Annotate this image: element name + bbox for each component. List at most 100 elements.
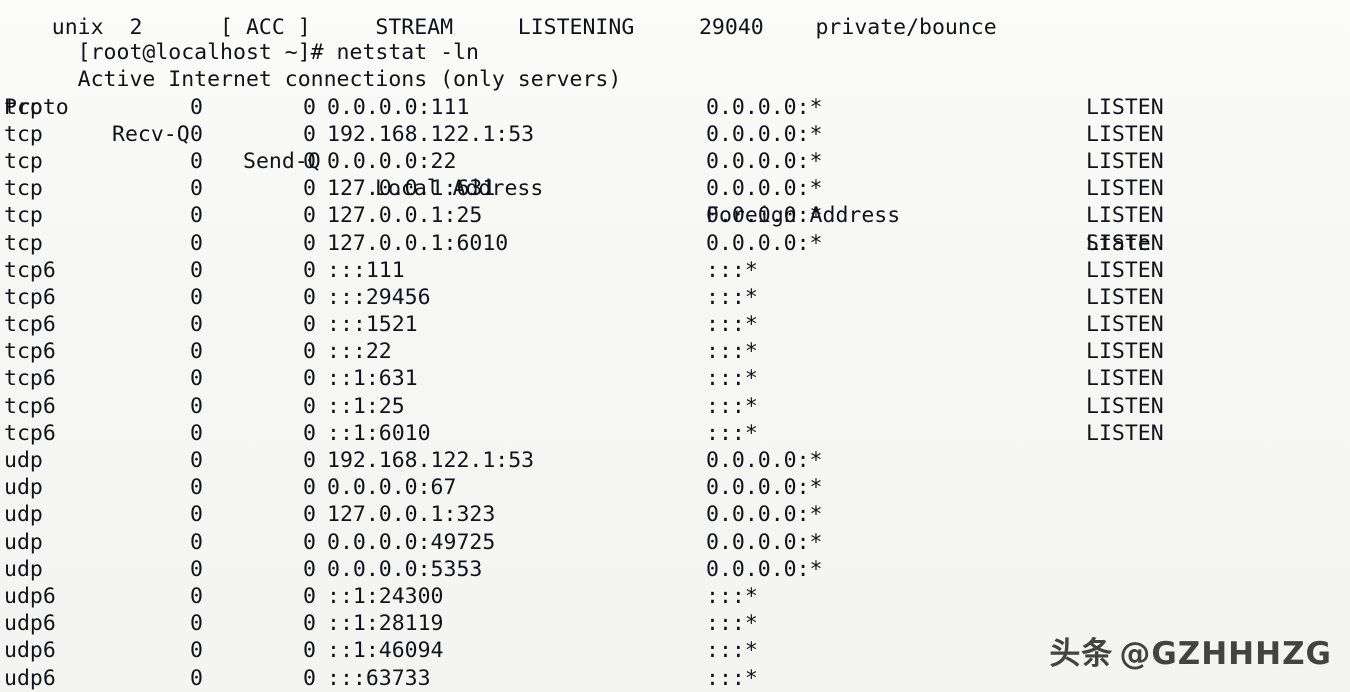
cell-foreign-address: :::* bbox=[706, 611, 758, 637]
cell-proto: tcp bbox=[4, 203, 43, 229]
cell-local-address: 0.0.0.0:67 bbox=[327, 475, 457, 501]
cell-state: LISTEN bbox=[1086, 312, 1164, 338]
cell-proto: udp bbox=[4, 556, 43, 582]
cell-foreign-address: 0.0.0.0:* bbox=[706, 121, 823, 147]
cell-send-q: 0 bbox=[303, 448, 316, 473]
cell-recv-q: 0 bbox=[190, 176, 203, 202]
cell-local-address: 127.0.0.1:323 bbox=[327, 502, 496, 528]
cell-local-address: 0.0.0.0:5353 bbox=[327, 556, 483, 582]
table-row: tcp 0 0 127.0.0.1:631 0.0.0.0:* LISTEN bbox=[0, 175, 1350, 202]
cell-send-q: 0 bbox=[303, 230, 316, 256]
terminal-output: [root@localhost ~]# netstat -ln Active I… bbox=[0, 12, 1350, 692]
cell-local-address: 0.0.0.0:49725 bbox=[327, 529, 496, 555]
cell-foreign-address: :::* bbox=[706, 366, 758, 392]
cell-foreign-address: 0.0.0.0:* bbox=[706, 176, 823, 202]
cell-state: LISTEN bbox=[1086, 121, 1164, 147]
cell-state: LISTEN bbox=[1086, 230, 1164, 256]
cell-foreign-address: :::* bbox=[706, 312, 758, 338]
cell-local-address: 0.0.0.0:111 bbox=[327, 94, 470, 120]
cell-local-address: :::22 bbox=[327, 339, 392, 365]
watermark-handle: @GZHHHZG bbox=[1119, 635, 1332, 672]
cell-recv-q: 0 bbox=[190, 611, 203, 637]
cell-state: LISTEN bbox=[1086, 148, 1164, 174]
cell-local-address: :::29456 bbox=[327, 284, 431, 310]
cell-recv-q: 0 bbox=[190, 284, 203, 310]
table-row: tcp 0 0 192.168.122.1:53 0.0.0.0:* LISTEN bbox=[0, 121, 1350, 148]
cell-recv-q: 0 bbox=[190, 312, 203, 338]
cell-send-q: 0 bbox=[303, 475, 316, 501]
cell-proto: udp bbox=[4, 502, 43, 528]
cell-proto: tcp bbox=[4, 121, 43, 147]
cell-send-q: 0 bbox=[303, 393, 316, 419]
cell-send-q: 0 bbox=[303, 121, 316, 147]
table-row: tcp 0 0 0.0.0.0:22 0.0.0.0:* LISTEN bbox=[0, 148, 1350, 175]
cell-send-q: 0 bbox=[303, 257, 316, 283]
cell-recv-q: 0 bbox=[190, 556, 203, 582]
cell-foreign-address: :::* bbox=[706, 420, 758, 446]
table-row: udp 0 0 192.168.122.1:53 0.0.0.0:* bbox=[0, 447, 1350, 474]
table-row: tcp 0 0 0.0.0.0:111 0.0.0.0:* LISTEN bbox=[0, 94, 1350, 121]
watermark: 头条 @GZHHHZG bbox=[1049, 638, 1332, 669]
table-row: tcp6 0 0:::1521:::* LISTEN bbox=[0, 311, 1350, 338]
cell-proto: udp6 bbox=[4, 583, 56, 609]
cell-state: LISTEN bbox=[1086, 176, 1164, 202]
cell-proto: tcp6 bbox=[4, 420, 56, 446]
cell-recv-q: 0 bbox=[190, 475, 203, 501]
cell-recv-q: 0 bbox=[190, 230, 203, 256]
cell-recv-q: 0 bbox=[190, 339, 203, 365]
cell-proto: tcp bbox=[4, 148, 43, 174]
cell-recv-q: 0 bbox=[190, 583, 203, 609]
cell-foreign-address: 0.0.0.0:* bbox=[706, 502, 823, 528]
cell-send-q: 0 bbox=[303, 638, 316, 664]
scrollback-bottom-partial-line: Active UNIX domain sockets (only servers… bbox=[0, 685, 1350, 692]
cell-local-address: 0.0.0.0:22 bbox=[327, 148, 457, 174]
cell-foreign-address: 0.0.0.0:* bbox=[706, 148, 823, 174]
cell-foreign-address: 0.0.0.0:* bbox=[706, 230, 823, 256]
cell-recv-q: 0 bbox=[190, 148, 203, 174]
cell-proto: tcp6 bbox=[4, 257, 56, 283]
cell-send-q: 0 bbox=[303, 148, 316, 174]
cell-send-q: 0 bbox=[303, 366, 316, 392]
prompt-line: [root@localhost ~]# netstat -ln bbox=[0, 12, 1350, 65]
cell-local-address: 192.168.122.1:53 bbox=[327, 448, 535, 473]
cell-proto: udp6 bbox=[4, 611, 56, 637]
cell-recv-q: 0 bbox=[190, 121, 203, 147]
cell-send-q: 0 bbox=[303, 420, 316, 446]
cell-foreign-address: :::* bbox=[706, 583, 758, 609]
cell-proto: udp6 bbox=[4, 638, 56, 664]
cell-proto: tcp6 bbox=[4, 393, 56, 419]
cell-local-address: ::1:46094 bbox=[327, 638, 444, 664]
cell-send-q: 0 bbox=[303, 176, 316, 202]
cell-proto: tcp bbox=[4, 176, 43, 202]
cell-send-q: 0 bbox=[303, 203, 316, 229]
cell-foreign-address: 0.0.0.0:* bbox=[706, 556, 823, 582]
cell-foreign-address: :::* bbox=[706, 284, 758, 310]
cell-proto: udp bbox=[4, 529, 43, 555]
table-row: tcp6 0 0::1:6010:::* LISTEN bbox=[0, 420, 1350, 447]
table-row: tcp 0 0 127.0.0.1:6010 0.0.0.0:* LISTEN bbox=[0, 230, 1350, 257]
cell-foreign-address: :::* bbox=[706, 638, 758, 664]
cell-proto: udp bbox=[4, 448, 43, 473]
cell-foreign-address: 0.0.0.0:* bbox=[706, 529, 823, 555]
table-row: udp 0 0 0.0.0.0:5353 0.0.0.0:* bbox=[0, 556, 1350, 583]
table-row: udp6 0 0::1:24300:::* bbox=[0, 583, 1350, 610]
table-row: udp 0 0 127.0.0.1:323 0.0.0.0:* bbox=[0, 501, 1350, 528]
cell-recv-q: 0 bbox=[190, 94, 203, 120]
table-rows: tcp 0 0 0.0.0.0:111 0.0.0.0:* LISTEN tcp 0 0 192.… bbox=[0, 94, 1350, 692]
cell-local-address: ::1:6010 bbox=[327, 420, 431, 446]
cell-send-q: 0 bbox=[303, 312, 316, 338]
cell-recv-q: 0 bbox=[190, 257, 203, 283]
cell-local-address: 192.168.122.1:53 bbox=[327, 121, 535, 147]
cell-proto: tcp bbox=[4, 230, 43, 256]
table-row: tcp6 0 0:::29456:::* LISTEN bbox=[0, 284, 1350, 311]
cell-send-q: 0 bbox=[303, 284, 316, 310]
cell-foreign-address: :::* bbox=[706, 339, 758, 365]
table-row: tcp6 0 0::1:25:::* LISTEN bbox=[0, 393, 1350, 420]
cell-local-address: 127.0.0.1:631 bbox=[327, 176, 496, 202]
prompt-command-text: [root@localhost ~]# netstat -ln bbox=[77, 40, 479, 66]
cell-proto: tcp6 bbox=[4, 366, 56, 392]
cell-foreign-address: :::* bbox=[706, 257, 758, 283]
cell-send-q: 0 bbox=[303, 502, 316, 528]
terminal-window: unix 2 [ ACC ] STREAM LISTENING 29040 pr… bbox=[0, 0, 1350, 692]
cell-recv-q: 0 bbox=[190, 529, 203, 555]
